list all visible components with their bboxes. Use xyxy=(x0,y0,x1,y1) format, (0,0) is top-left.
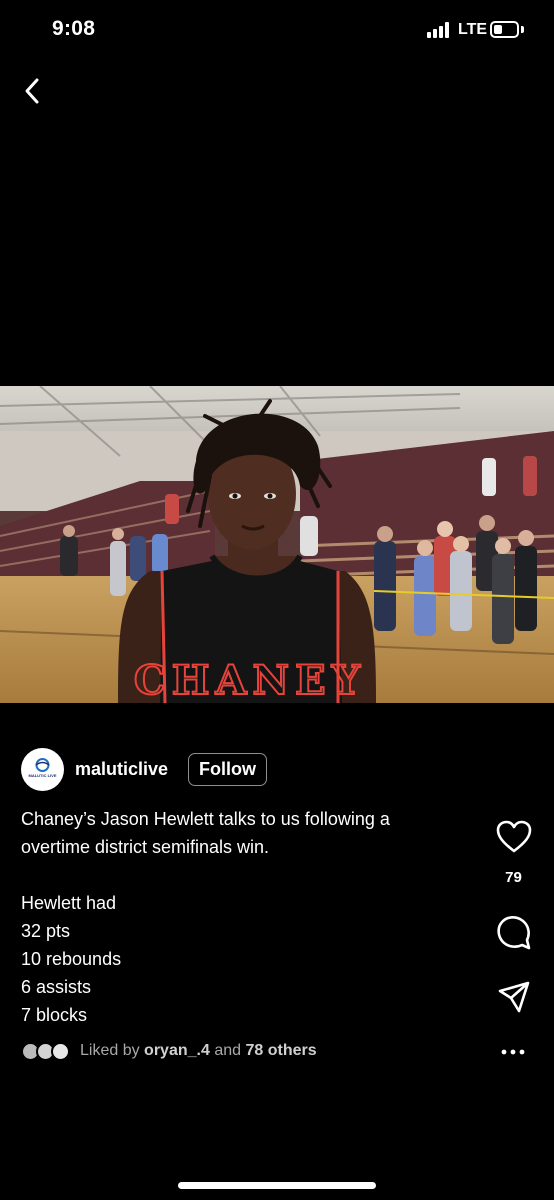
liked-by-prefix: Liked by xyxy=(80,1042,140,1059)
post-header: MALUTIC LIVE maluticlive Follow xyxy=(21,748,321,792)
username[interactable]: maluticlive xyxy=(75,759,168,780)
maluticlive-logo-icon xyxy=(35,758,50,772)
liker-avatar xyxy=(51,1042,70,1061)
like-button[interactable] xyxy=(491,820,536,854)
battery-level xyxy=(494,25,503,34)
follow-button[interactable]: Follow xyxy=(188,753,267,786)
more-dots-icon xyxy=(501,1049,525,1055)
stats-line: 7 blocks xyxy=(21,1005,88,1025)
caption-line: overtime district semifinals win. xyxy=(21,837,270,857)
more-options-button[interactable] xyxy=(498,1040,528,1064)
network-type: LTE xyxy=(458,21,488,38)
video-player[interactable]: CHANEY xyxy=(0,386,554,703)
stats-line: 10 rebounds xyxy=(21,949,122,969)
comment-button[interactable] xyxy=(491,915,536,951)
home-indicator[interactable] xyxy=(178,1182,376,1189)
back-button[interactable] xyxy=(14,72,50,110)
video-frame: CHANEY xyxy=(0,386,554,703)
battery-nub xyxy=(521,26,524,33)
liked-by-others[interactable]: 78 others xyxy=(245,1042,316,1059)
status-bar: 9:08 LTE xyxy=(0,0,554,62)
avatar-text: MALUTIC LIVE xyxy=(28,773,57,778)
liked-by-row[interactable]: Liked by oryan_.4 and 78 others xyxy=(21,1040,461,1064)
like-count: 79 xyxy=(505,869,522,886)
paper-plane-icon xyxy=(498,981,529,1013)
cellular-signal-icon xyxy=(427,22,452,38)
stats-line: 32 pts xyxy=(21,921,71,941)
post-caption: Chaney’s Jason Hewlett talks to us follo… xyxy=(21,805,461,1029)
stats-line: 6 assists xyxy=(21,977,92,997)
jersey-text: CHANEY xyxy=(134,657,366,703)
battery-icon xyxy=(490,21,519,38)
avatar[interactable]: MALUTIC LIVE xyxy=(21,748,64,791)
status-time: 9:08 xyxy=(52,17,96,40)
heart-icon xyxy=(496,820,531,853)
stats-line: Hewlett had xyxy=(21,893,117,913)
liked-by-user[interactable]: oryan_.4 xyxy=(144,1042,210,1059)
chevron-left-icon xyxy=(25,78,39,104)
liked-by-middle: and xyxy=(214,1042,242,1059)
share-button[interactable] xyxy=(491,980,536,1014)
liked-by-text: Liked by oryan_.4 and 78 others xyxy=(80,1042,317,1060)
comment-bubble-icon xyxy=(496,916,530,950)
caption-line: Chaney’s Jason Hewlett talks to us follo… xyxy=(21,809,390,829)
